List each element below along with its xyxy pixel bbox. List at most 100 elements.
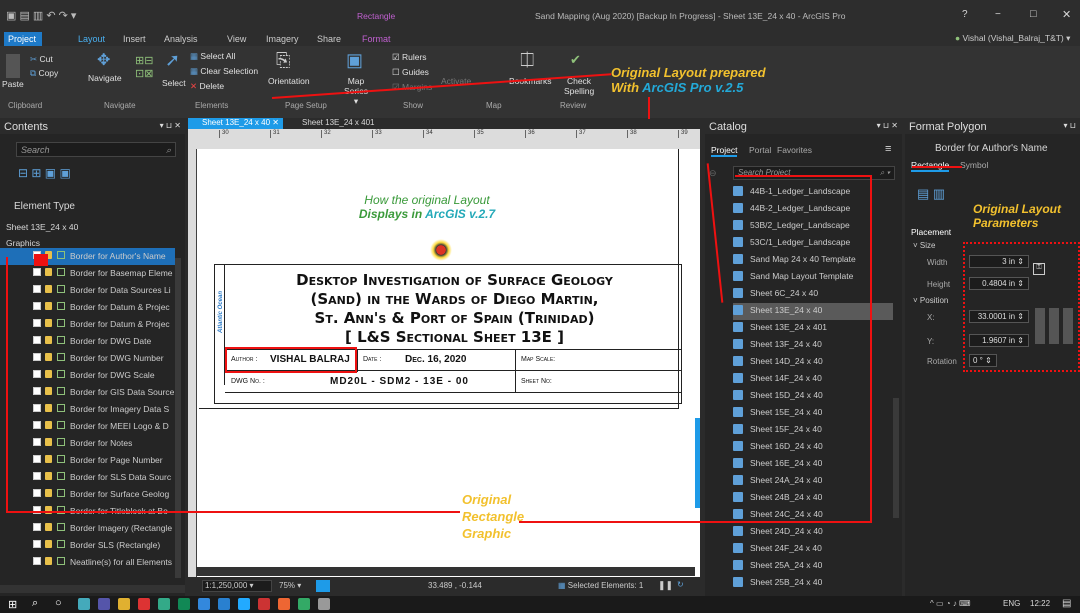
graphic-element-row[interactable]: Border for Imagery Data S [0, 401, 175, 418]
view-vscroll[interactable] [695, 418, 700, 508]
pane-menu-icon[interactable]: ▾ ⊔ ✕ [877, 121, 898, 130]
catalog-scrollbar[interactable] [893, 398, 899, 518]
help-button[interactable]: ? [962, 9, 968, 20]
graphic-element-row[interactable]: Border for Datum & Projec [0, 299, 175, 316]
contents-view-icons[interactable]: ⊟ ⊞ ▣ ▣ [18, 166, 71, 180]
catalog-layout-item[interactable]: Sheet 6C_24 x 40 [733, 286, 893, 303]
catalog-layout-item[interactable]: Sheet 13E_24 x 40 [733, 303, 893, 320]
graphic-element-row[interactable]: Border for DWG Date [0, 333, 175, 350]
visibility-checkbox[interactable] [33, 336, 41, 344]
hamburger-icon[interactable]: ≡ [885, 143, 891, 155]
view-hscroll[interactable] [196, 567, 695, 576]
catalog-layout-item[interactable]: Sheet 15F_24 x 40 [733, 422, 893, 439]
graphic-element-row[interactable]: Border for Notes [0, 435, 175, 452]
tab-format[interactable]: Format [358, 32, 395, 46]
graphics-node[interactable]: Graphics [6, 238, 40, 248]
app-icon-13[interactable] [318, 598, 330, 610]
catalog-layout-item[interactable]: Sheet 13E_24 x 401 [733, 320, 893, 337]
delete-button[interactable]: ✕ Delete [190, 81, 224, 92]
visibility-checkbox[interactable] [33, 540, 41, 548]
visibility-checkbox[interactable] [33, 523, 41, 531]
graphic-element-row[interactable]: Neatline(s) for all Elements [0, 554, 175, 571]
catalog-layout-item[interactable]: Sheet 15D_24 x 40 [733, 388, 893, 405]
graphic-element-row[interactable]: Border SLS (Rectangle) [0, 537, 175, 554]
copy-button[interactable]: ⧉ Copy [30, 68, 58, 79]
graphic-element-row[interactable]: Border for Author's Name [0, 248, 175, 265]
catalog-tab-project[interactable]: Project [711, 145, 738, 157]
tray-icons[interactable]: ^ ▭ ◔ ♪ ⌨ [930, 599, 971, 608]
windows-start-icon[interactable]: ⊞ [8, 598, 17, 611]
minimize-button[interactable]: − [995, 9, 1001, 20]
quick-access-icons[interactable]: ▣ ▤ ▥ ↶ ↷ ▾ [6, 9, 76, 22]
clear-selection-button[interactable]: ▦ Clear Selection [190, 66, 258, 77]
cut-button[interactable]: ✂ Cut [30, 54, 53, 65]
graphic-element-row[interactable]: Border Imagery (Rectangle [0, 520, 175, 537]
app-icon-2[interactable] [98, 598, 110, 610]
lock-icon[interactable] [45, 404, 52, 412]
check-spelling-button[interactable]: Check Spelling [564, 76, 594, 96]
graphic-element-row[interactable]: Border for Basemap Eleme [0, 265, 175, 282]
visibility-checkbox[interactable] [33, 268, 41, 276]
catalog-layout-item[interactable]: Sheet 13F_24 x 40 [733, 337, 893, 354]
paste-button[interactable] [6, 54, 20, 78]
visibility-checkbox[interactable] [33, 421, 41, 429]
visibility-checkbox[interactable] [33, 285, 41, 293]
navigate-button[interactable]: Navigate [88, 73, 122, 83]
tab-layout[interactable]: Layout [74, 32, 109, 46]
lock-icon[interactable] [45, 540, 52, 548]
catalog-layout-item[interactable]: Sheet 25B_24 x 40 [733, 575, 893, 592]
select-tool-icon[interactable]: ➚ [165, 50, 180, 71]
search-icon[interactable]: ⌕ [32, 597, 38, 610]
catalog-layout-item[interactable]: Sheet 24A_24 x 40 [733, 473, 893, 490]
placement-options-icon[interactable]: ▤ ▥ [917, 186, 945, 202]
nav-tools-icon[interactable]: ⊞⊟ ⊡⊠ [135, 54, 153, 80]
lock-icon[interactable] [45, 285, 52, 293]
catalog-layout-item[interactable]: Sheet 24D_24 x 40 [733, 524, 893, 541]
zoom-selector[interactable]: 75% ▾ [279, 581, 301, 590]
fit-page-icon[interactable] [316, 580, 330, 592]
visibility-checkbox[interactable] [33, 438, 41, 446]
lock-icon[interactable] [45, 268, 52, 276]
lock-icon[interactable] [45, 557, 52, 565]
graphic-element-row[interactable]: Border for DWG Number [0, 350, 175, 367]
close-button[interactable]: ✕ [1062, 8, 1071, 21]
tab-sheet-13e[interactable]: Sheet 13E_24 x 40 ✕ [188, 118, 283, 129]
rulers-toggle[interactable]: ☑ Rulers [392, 52, 427, 63]
catalog-layout-item[interactable]: Sheet 25A_24 x 40 [733, 558, 893, 575]
graphic-element-row[interactable]: Border for MEEI Logo & D [0, 418, 175, 435]
guides-toggle[interactable]: ☐ Guides [392, 67, 429, 78]
contents-hscroll[interactable] [0, 585, 185, 593]
graphic-element-row[interactable]: Border for SLS Data Sourc [0, 469, 175, 486]
app-icon-8[interactable] [218, 598, 230, 610]
app-icon-10[interactable] [258, 598, 270, 610]
lock-icon[interactable] [45, 489, 52, 497]
contents-scrollbar[interactable] [175, 258, 181, 578]
app-icon-3[interactable] [118, 598, 130, 610]
lock-icon[interactable] [45, 336, 52, 344]
tab-share[interactable]: Share [313, 32, 345, 46]
lock-icon[interactable] [45, 302, 52, 310]
tab-analysis[interactable]: Analysis [160, 32, 202, 46]
clock[interactable]: 12:22 [1030, 599, 1050, 608]
tab-imagery[interactable]: Imagery [262, 32, 303, 46]
select-button[interactable]: Select [162, 78, 186, 88]
graphic-element-row[interactable]: Border for GIS Data Source [0, 384, 175, 401]
pane-menu-icon[interactable]: ▾ ⊔ [1064, 121, 1076, 130]
catalog-layout-item[interactable]: Sand Map 24 x 40 Template [733, 252, 893, 269]
visibility-checkbox[interactable] [33, 319, 41, 327]
catalog-layout-item[interactable]: Sheet 15E_24 x 40 [733, 405, 893, 422]
graphic-element-row[interactable]: Border for Page Number [0, 452, 175, 469]
catalog-layout-item[interactable]: Sheet 16E_24 x 40 [733, 456, 893, 473]
app-icon-1[interactable] [78, 598, 90, 610]
catalog-layout-item[interactable]: Sheet 14F_24 x 40 [733, 371, 893, 388]
format-tab-symbol[interactable]: Symbol [960, 160, 988, 170]
graphic-element-row[interactable]: Border for Surface Geolog [0, 486, 175, 503]
visibility-checkbox[interactable] [33, 370, 41, 378]
notification-icon[interactable]: ▤ [1062, 598, 1071, 609]
visibility-checkbox[interactable] [33, 455, 41, 463]
search-input[interactable]: Search ⌕ [16, 142, 176, 157]
catalog-tab-portal[interactable]: Portal [749, 145, 771, 155]
lock-icon[interactable] [45, 353, 52, 361]
select-all-button[interactable]: ▦ Select All [190, 51, 235, 62]
graphic-element-row[interactable]: Border for Data Sources Li [0, 282, 175, 299]
